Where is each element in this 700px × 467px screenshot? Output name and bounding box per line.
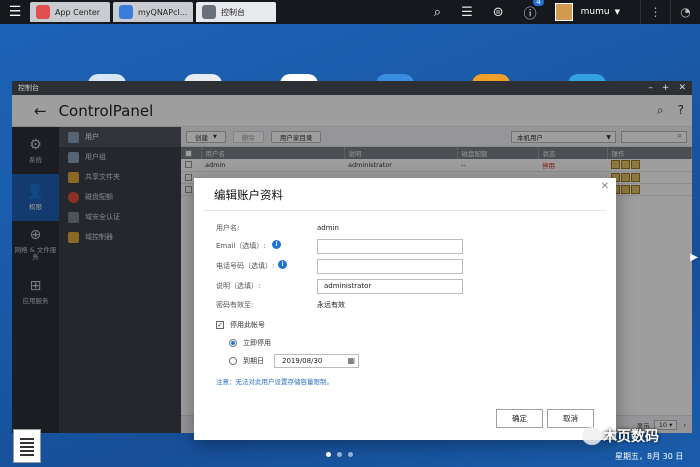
- taskbar: ☰ App Center myQNAPcl... 控制台 ⌕ ☰ ⊜ ⓘ 4 mu…: [0, 0, 700, 24]
- chevron-down-icon: ▼: [614, 8, 620, 16]
- ok-button[interactable]: 确定: [496, 409, 543, 428]
- email-label-text: Email（选填）:: [216, 242, 266, 250]
- username-row: 用户名: admin: [216, 220, 596, 236]
- tab-control-panel[interactable]: 控制台: [196, 2, 276, 22]
- expiry-date-option[interactable]: 到期日 2019/08/30 ▦: [229, 354, 359, 368]
- phone-label-text: 电话号码（选填）:: [216, 262, 275, 270]
- disable-now-option[interactable]: 立即停用: [229, 338, 271, 348]
- phone-field[interactable]: [317, 258, 463, 274]
- close-icon[interactable]: ✕: [678, 83, 686, 93]
- divider: [204, 210, 606, 211]
- password-expiry-label: 密码有效至:: [216, 301, 254, 309]
- tab-label: App Center: [55, 7, 101, 17]
- info-icon[interactable]: i: [278, 260, 287, 269]
- more-options-icon[interactable]: ⋮: [640, 0, 670, 24]
- tab-myqnapcloud[interactable]: myQNAPcl...: [113, 2, 193, 22]
- password-expiry-row: 密码有效至: 永远有效: [216, 297, 596, 313]
- wechat-logo-icon: [582, 427, 602, 445]
- expiry-date-radio[interactable]: [229, 357, 237, 365]
- email-field[interactable]: [317, 238, 463, 254]
- phone-label: 电话号码（选填）: i: [216, 260, 317, 271]
- minimize-icon[interactable]: –: [648, 83, 653, 93]
- disable-now-label: 立即停用: [243, 339, 271, 347]
- disable-account-option[interactable]: ✓ 停用此帐号: [216, 320, 265, 330]
- next-desktop-arrow-icon[interactable]: ▶: [690, 252, 698, 263]
- control-panel-icon: [202, 5, 216, 19]
- avatar: [554, 3, 573, 21]
- quota-note: 注意：无法对此用户设置存储容量限制。: [216, 378, 333, 386]
- desktop-dot[interactable]: [348, 452, 353, 457]
- dialog-title: 编辑账户资料: [214, 188, 283, 202]
- edit-account-dialog: ✕ 编辑账户资料 用户名: admin Email（选填）: i 电话号码（选填）…: [194, 178, 616, 440]
- username-label: 用户名:: [216, 224, 240, 232]
- username: mumu: [580, 7, 610, 17]
- password-expiry-value: 永远有效: [317, 301, 345, 309]
- window-titlebar[interactable]: 控制台 – + ✕: [12, 81, 692, 95]
- tab-label: myQNAPcl...: [138, 7, 188, 17]
- desktop-pager: [326, 452, 359, 457]
- email-label: Email（选填）: i: [216, 240, 317, 251]
- disable-now-radio[interactable]: [229, 339, 237, 347]
- expiry-date-value: 2019/08/30: [282, 357, 323, 365]
- desktop-dot[interactable]: [337, 452, 342, 457]
- notes-lines: [20, 438, 34, 440]
- close-icon[interactable]: ✕: [601, 181, 609, 192]
- username-value: admin: [317, 224, 339, 232]
- desktop-dot[interactable]: [326, 452, 331, 457]
- phone-row: 电话号码（选填）: i: [216, 258, 596, 274]
- disable-account-checkbox[interactable]: ✓: [216, 321, 224, 329]
- notification-icon[interactable]: ⓘ 4: [524, 0, 544, 22]
- description-label: 说明（选填）:: [216, 282, 261, 290]
- notes-app-icon[interactable]: [13, 429, 41, 463]
- user-menu[interactable]: mumu ▼: [554, 3, 620, 21]
- description-field[interactable]: [317, 278, 463, 294]
- myqnapcloud-icon: [119, 5, 133, 19]
- notification-badge: 4: [533, 0, 544, 6]
- disable-account-label: 停用此帐号: [230, 321, 265, 329]
- external-device-icon[interactable]: ⊜: [493, 5, 504, 20]
- desktop-clock: 星期五，8月 30 日: [615, 452, 684, 461]
- main-menu-icon[interactable]: ☰: [0, 0, 30, 24]
- cancel-button[interactable]: 取消: [547, 409, 594, 428]
- search-icon[interactable]: ⌕: [434, 5, 441, 20]
- description-row: 说明（选填）:: [216, 278, 596, 294]
- email-row: Email（选填）: i: [216, 238, 596, 254]
- tab-app-center[interactable]: App Center: [30, 2, 110, 22]
- info-icon[interactable]: i: [272, 240, 281, 249]
- tab-label: 控制台: [221, 7, 245, 17]
- maximize-icon[interactable]: +: [662, 83, 670, 93]
- watermark: 木页数码: [603, 429, 659, 445]
- app-center-icon: [36, 5, 50, 19]
- window-title: 控制台: [18, 84, 39, 92]
- dashboard-icon[interactable]: ◔: [670, 0, 700, 24]
- calendar-icon[interactable]: ▦: [347, 356, 355, 365]
- expiry-date-input[interactable]: 2019/08/30 ▦: [274, 354, 359, 368]
- background-tasks-icon[interactable]: ☰: [461, 5, 473, 20]
- expiry-date-label: 到期日: [243, 357, 264, 365]
